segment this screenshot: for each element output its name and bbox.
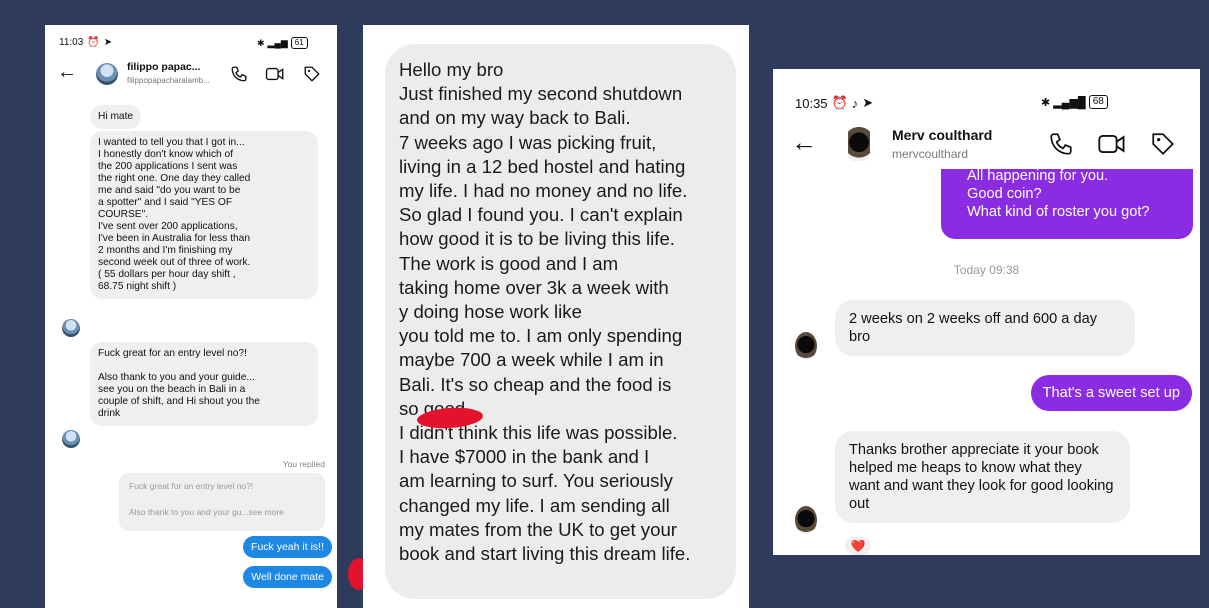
reply-preview[interactable]: Fuck great for an entry level no?! Also … [119,473,325,531]
phone-icon[interactable] [230,65,248,83]
message-bubble-incoming: I wanted to tell you that I got in... I … [90,131,318,299]
message-line: What kind of roster you got? [967,204,1150,220]
avatar[interactable] [96,63,118,85]
right-chat-screenshot: 10:35 ⏰ ♪ ➤ ✱ ▂▄▆█ 68 ← Merv coulthard m… [773,69,1200,555]
reply-preview-line: Fuck great for an entry level no?! [129,481,254,491]
status-right: ✱ ▂▄▆ 61 [257,37,308,49]
tag-icon[interactable] [303,65,321,83]
message-bubble-outgoing: Fuck yeah it is!! [243,536,332,558]
tag-icon[interactable] [1150,131,1176,157]
left-chat-screenshot: 11:03 ⏰ ➤ ✱ ▂▄▆ 61 ← filippo papac... fi… [45,25,337,608]
signal-icon: ▂▄▆█ [1053,96,1086,109]
back-arrow-icon[interactable]: ← [791,127,817,158]
you-replied-label: You replied [282,459,325,469]
message-bubble-outgoing: That's a sweet set up [1030,375,1192,411]
video-call-icon[interactable] [1097,131,1127,157]
contact-handle: filippopapacharalamb... [127,76,210,85]
back-arrow-icon[interactable]: ← [57,61,77,84]
status-time: 11:03 [59,37,84,48]
avatar [62,319,80,337]
contact-handle: mervcoulthard [892,147,969,161]
message-bubble-outgoing: Well done mate [243,566,332,588]
message-line: Good coin? [967,186,1042,202]
message-line: All happening for you. [967,168,1109,184]
signal-icon: ▂▄▆ [267,37,288,48]
reply-preview-line: Also thank to you and your gu...see more [129,507,284,517]
battery-indicator: 61 [290,37,308,49]
avatar [795,332,817,360]
contact-name[interactable]: Merv coulthard [892,127,992,143]
status-right: ✱ ▂▄▆█ 68 [1041,95,1108,109]
avatar [62,430,80,448]
video-call-icon[interactable] [265,65,285,83]
send-icon: ➤ [103,37,113,48]
chat-timestamp: Today 09:38 [953,263,1020,277]
avatar [795,506,817,534]
phone-icon[interactable] [1048,131,1074,157]
send-icon: ➤ [862,95,874,110]
message-bubble-incoming: Hello my bro Just finished my second shu… [385,44,736,599]
middle-message-screenshot: Hello my bro Just finished my second shu… [363,25,749,608]
bluetooth-icon: ✱ [1041,96,1051,109]
status-bar: 10:35 ⏰ ♪ ➤ [795,95,873,111]
heart-reaction-icon[interactable]: ❤️ [843,535,873,555]
alarm-icon: ⏰ [87,37,100,48]
message-bubble-incoming: Thanks brother appreciate it your book h… [835,431,1130,523]
message-bubble-incoming: 2 weeks on 2 weeks off and 600 a day bro [835,300,1135,356]
message-bubble-incoming: Fuck great for an entry level no?! Also … [90,342,318,426]
music-icon: ♪ [851,95,859,111]
status-time: 10:35 [795,95,828,111]
message-bubble-incoming: Hi mate [90,105,142,129]
alarm-icon: ⏰ [831,95,848,110]
message-bubble-outgoing: All happening for you. Good coin? What k… [941,168,1193,239]
battery-indicator: 68 [1088,95,1108,109]
status-bar: 11:03 ⏰ ➤ [59,37,112,48]
contact-name[interactable]: filippo papac... [127,61,201,73]
avatar[interactable] [848,127,870,161]
bluetooth-icon: ✱ [257,37,265,48]
